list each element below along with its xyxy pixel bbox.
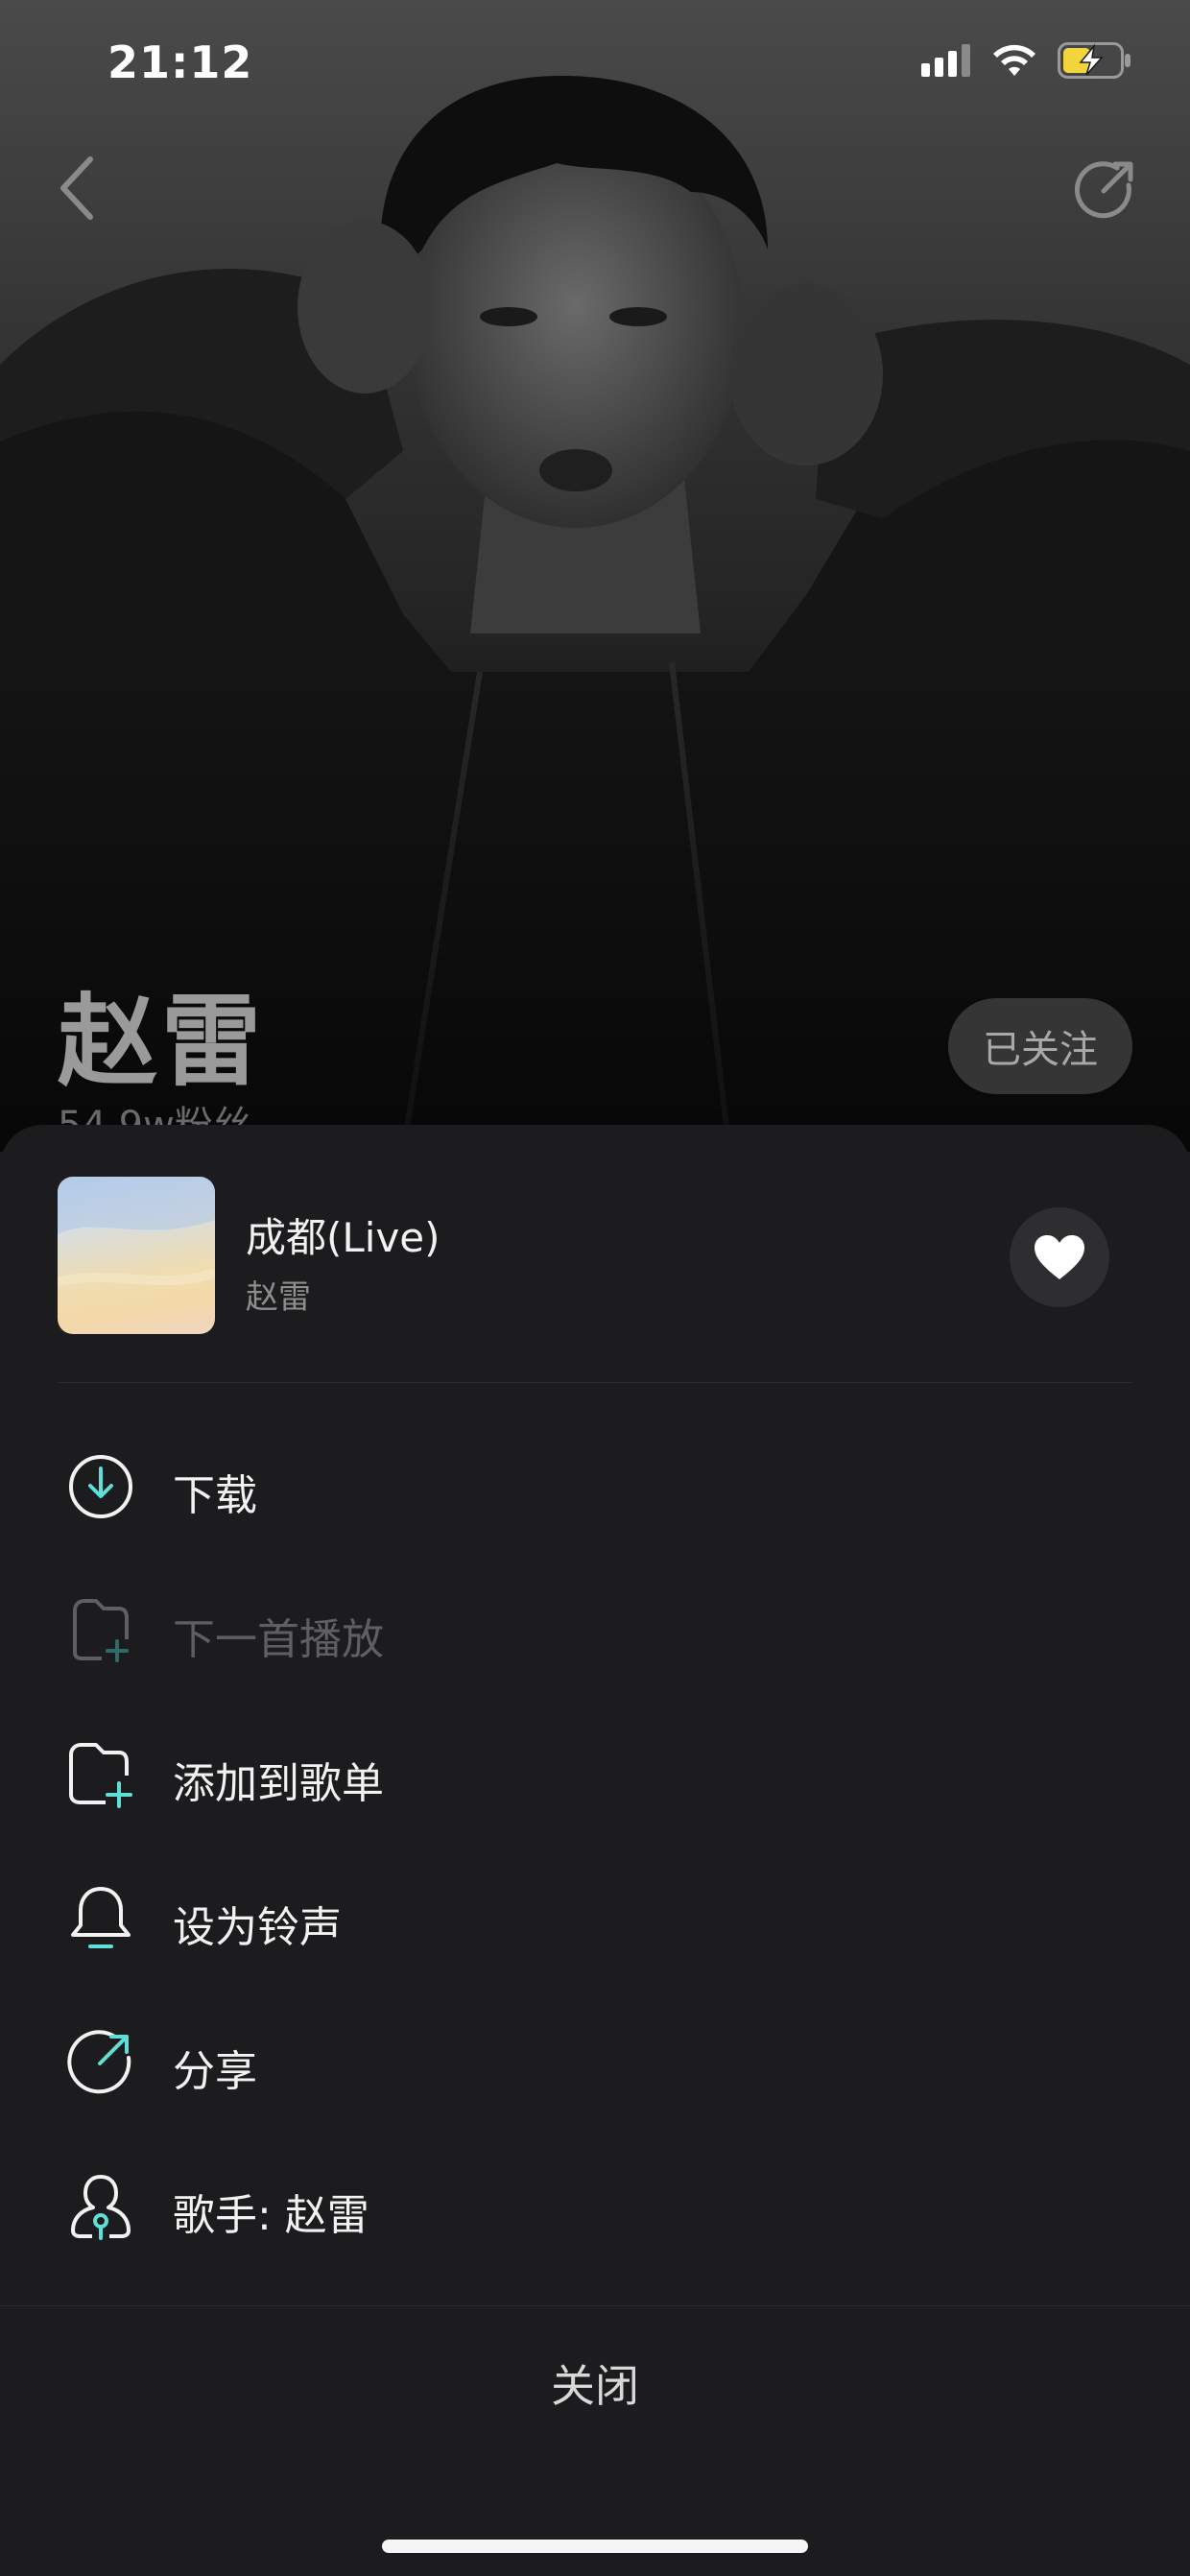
bell-icon [71,1887,131,1948]
singer-icon [71,2175,131,2240]
album-cover [58,1177,215,1334]
menu-label: 设为铃声 [173,1903,342,1952]
wifi-icon [993,44,1035,76]
add-to-playlist-icon [69,1743,132,1808]
close-button[interactable]: 关闭 [0,2306,1190,2460]
share-icon[interactable] [1075,158,1136,220]
menu-item-download[interactable]: 下载 [0,1413,1190,1557]
song-artist: 赵雷 [246,1278,311,1317]
menu-item-set-ringtone[interactable]: 设为铃声 [0,1845,1190,1989]
song-title: 成都(Live) [246,1214,440,1261]
song-actions-sheet: 成都(Live) 赵雷 下载 下一首播放 添加到歌单 设为铃声 分享 歌手: 赵… [0,1125,1190,2576]
home-indicator[interactable] [382,2540,808,2553]
menu-label: 下载 [173,1471,257,1520]
action-menu: 下载 下一首播放 添加到歌单 设为铃声 分享 歌手: 赵雷 [0,1413,1190,2277]
divider [58,1382,1132,1383]
menu-item-add-to-playlist[interactable]: 添加到歌单 [0,1701,1190,1845]
heart-icon [1035,1235,1084,1279]
status-time: 21:12 [107,36,253,88]
menu-item-share[interactable]: 分享 [0,1989,1190,2133]
menu-item-play-next[interactable]: 下一首播放 [0,1557,1190,1701]
artist-name: 赵雷 [58,983,266,1100]
menu-label: 下一首播放 [173,1615,384,1664]
back-icon[interactable] [54,154,100,223]
share-icon [67,2030,131,2094]
download-icon [69,1455,132,1518]
artist-header: 21:12 赵雷 54.9 [0,0,1190,1152]
battery-charging-icon [1058,42,1130,79]
cellular-signal-icon [921,44,970,77]
menu-label: 添加到歌单 [173,1759,384,1808]
play-next-icon [73,1599,129,1662]
status-bar: 21:12 [0,0,1190,134]
menu-label: 分享 [173,2047,257,2096]
song-info-row: 成都(Live) 赵雷 [58,1177,1132,1336]
follow-button[interactable]: 已关注 [948,998,1132,1094]
status-icons [921,42,1132,79]
menu-label: 歌手: 赵雷 [173,2191,369,2240]
favorite-button[interactable] [1010,1207,1109,1307]
menu-item-singer[interactable]: 歌手: 赵雷 [0,2133,1190,2277]
